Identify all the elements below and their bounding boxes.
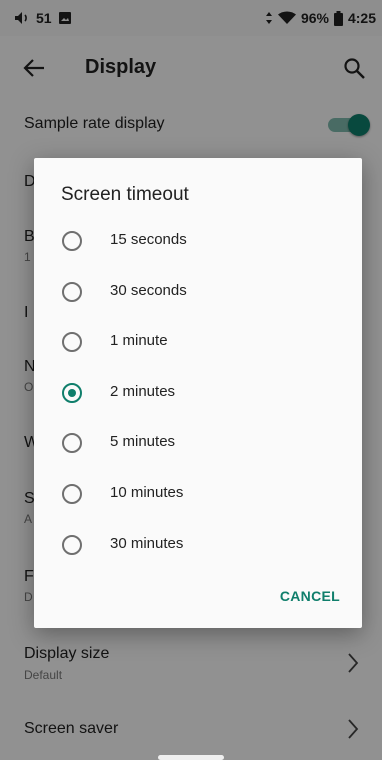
option-label: 15 seconds (110, 231, 187, 248)
cancel-button[interactable]: CANCEL (280, 588, 340, 604)
dialog-title: Screen timeout (61, 184, 189, 205)
option-label: 1 minute (110, 332, 168, 349)
timeout-option-1-minute[interactable]: 1 minute (34, 317, 362, 367)
timeout-option-2-minutes[interactable]: 2 minutes (34, 368, 362, 418)
option-label: 5 minutes (110, 433, 176, 450)
home-indicator[interactable] (158, 755, 224, 760)
timeout-option-30-seconds[interactable]: 30 seconds (34, 267, 362, 317)
radio-button[interactable] (62, 484, 82, 504)
option-label: 2 minutes (110, 383, 176, 400)
timeout-option-30-minutes[interactable]: 30 minutes (34, 520, 362, 570)
radio-button[interactable] (62, 433, 82, 453)
radio-button[interactable] (62, 231, 82, 251)
radio-button[interactable] (62, 383, 82, 403)
radio-button[interactable] (62, 332, 82, 352)
option-label: 30 minutes (110, 535, 184, 552)
radio-button[interactable] (62, 282, 82, 302)
screen-timeout-dialog: Screen timeout 15 seconds 30 seconds 1 m… (34, 158, 362, 628)
option-label: 10 minutes (110, 484, 184, 501)
timeout-option-5-minutes[interactable]: 5 minutes (34, 418, 362, 468)
option-label: 30 seconds (110, 282, 187, 299)
timeout-option-15-seconds[interactable]: 15 seconds (34, 216, 362, 266)
radio-button[interactable] (62, 535, 82, 555)
timeout-option-10-minutes[interactable]: 10 minutes (34, 469, 362, 519)
